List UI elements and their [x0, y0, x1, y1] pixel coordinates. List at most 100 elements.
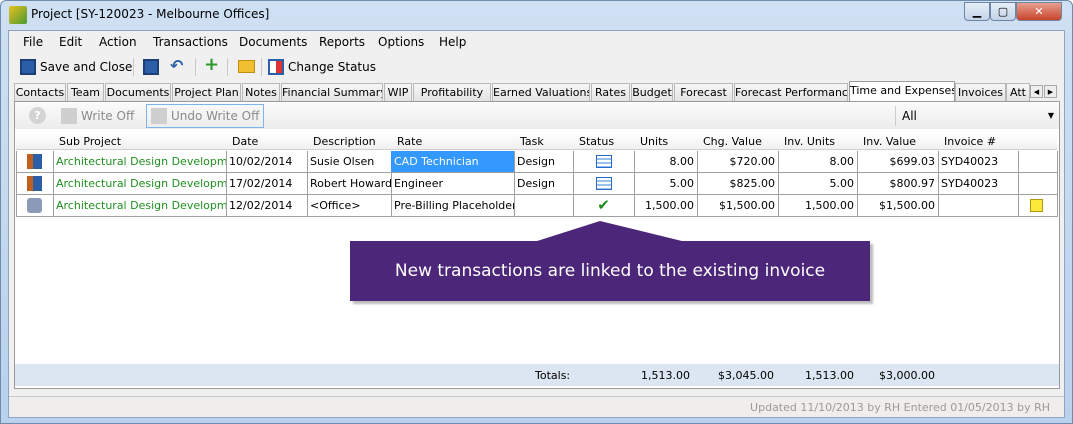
cell-sub-project[interactable]: Architectural Design Development: [53, 195, 227, 217]
cell-invoice[interactable]: SYD40023: [938, 173, 1019, 195]
menu-documents[interactable]: Documents: [239, 33, 307, 51]
write-off-label: Write Off: [81, 109, 135, 123]
cell-date[interactable]: 12/02/2014: [226, 195, 308, 217]
cell-rate[interactable]: CAD Technician: [391, 151, 515, 173]
cell-description[interactable]: Susie Olsen: [307, 151, 392, 173]
menu-edit[interactable]: Edit: [59, 33, 82, 51]
tab-scroll-right[interactable]: ▶: [1044, 85, 1057, 98]
type-cell[interactable]: [16, 195, 54, 217]
undo-write-off-button[interactable]: Undo Write Off: [146, 104, 265, 128]
change-status-button[interactable]: Change Status: [268, 57, 376, 77]
tab-project-plan[interactable]: Project Plan: [172, 83, 241, 101]
save-and-close-button[interactable]: Save and Close: [20, 57, 132, 77]
menu-transactions[interactable]: Transactions: [153, 33, 228, 51]
tab-notes[interactable]: Notes: [242, 83, 280, 101]
checkmark-icon: ✔: [597, 196, 610, 214]
cell-invoice[interactable]: SYD40023: [938, 151, 1019, 173]
tab-scroll-left[interactable]: ◀: [1030, 85, 1043, 98]
status-cell[interactable]: [573, 151, 635, 173]
cell-inv-units[interactable]: 8.00: [778, 151, 858, 173]
cell-chg-value[interactable]: $825.00: [697, 173, 779, 195]
cell-inv-value[interactable]: $1,500.00: [857, 195, 939, 217]
cell-inv-units[interactable]: 1,500.00: [778, 195, 858, 217]
tab-earned-valuations[interactable]: Earned Valuations: [492, 83, 590, 101]
column-header[interactable]: [16, 133, 53, 150]
column-header[interactable]: Chg. Value: [697, 133, 778, 150]
tab-wip[interactable]: WIP: [384, 83, 412, 101]
tab-time-and-expenses[interactable]: Time and Expenses: [849, 81, 955, 102]
tab-rates[interactable]: Rates: [591, 83, 630, 101]
invoiced-icon: [595, 177, 612, 190]
save-icon[interactable]: [143, 59, 159, 75]
cell-description[interactable]: <Office>: [307, 195, 392, 217]
cell-invoice[interactable]: [938, 195, 1019, 217]
save-icon: [20, 59, 36, 75]
note-cell[interactable]: [1018, 173, 1058, 195]
total-units: 1,513.00: [641, 369, 690, 382]
tab-forecast[interactable]: Forecast: [674, 83, 733, 101]
status-cell[interactable]: [573, 173, 635, 195]
cell-task[interactable]: Design: [514, 173, 574, 195]
note-icon[interactable]: [1030, 199, 1043, 212]
cell-units[interactable]: 1,500.00: [634, 195, 698, 217]
menu-reports[interactable]: Reports: [319, 33, 365, 51]
tab-budget[interactable]: Budget: [631, 83, 673, 101]
separator: [133, 58, 134, 76]
cell-date[interactable]: 10/02/2014: [226, 151, 308, 173]
cell-date[interactable]: 17/02/2014: [226, 173, 308, 195]
menu-help[interactable]: Help: [439, 33, 466, 51]
cell-rate[interactable]: Engineer: [391, 173, 515, 195]
cell-sub-project[interactable]: Architectural Design Development: [53, 151, 227, 173]
cell-units[interactable]: 5.00: [634, 173, 698, 195]
tab-profitability[interactable]: Profitability: [413, 83, 491, 101]
column-header[interactable]: Description: [307, 133, 391, 150]
column-header[interactable]: Date: [226, 133, 307, 150]
cell-chg-value[interactable]: $720.00: [697, 151, 779, 173]
add-icon[interactable]: +: [204, 54, 219, 75]
status-cell[interactable]: ✔: [573, 195, 635, 217]
column-header[interactable]: Task: [514, 133, 573, 150]
column-header[interactable]: Rate: [391, 133, 514, 150]
maximize-button[interactable]: ▢: [990, 2, 1016, 21]
tab-att[interactable]: Att: [1006, 83, 1030, 101]
note-cell[interactable]: [1018, 151, 1058, 173]
cell-chg-value[interactable]: $1,500.00: [697, 195, 779, 217]
tab-documents[interactable]: Documents: [105, 83, 171, 101]
note-cell[interactable]: [1018, 195, 1058, 217]
cell-task[interactable]: [514, 195, 574, 217]
cell-task[interactable]: Design: [514, 151, 574, 173]
column-header[interactable]: Inv. Units: [778, 133, 857, 150]
cell-inv-value[interactable]: $699.03: [857, 151, 939, 173]
tab-team[interactable]: Team: [67, 83, 104, 101]
filter-dropdown[interactable]: All ▼: [895, 106, 1058, 126]
help-icon[interactable]: ?: [29, 107, 46, 124]
tab-financial-summary[interactable]: Financial Summary: [281, 83, 383, 101]
change-status-label: Change Status: [288, 60, 376, 74]
tab-invoices[interactable]: Invoices: [955, 83, 1006, 101]
close-button[interactable]: ✕: [1016, 2, 1062, 21]
minimize-button[interactable]: ▁: [964, 2, 990, 21]
timesheet-icon: [27, 154, 42, 169]
type-cell[interactable]: [16, 151, 54, 173]
column-header[interactable]: Units: [634, 133, 697, 150]
type-cell[interactable]: [16, 173, 54, 195]
cell-inv-units[interactable]: 5.00: [778, 173, 858, 195]
cell-inv-value[interactable]: $800.97: [857, 173, 939, 195]
column-header[interactable]: [1018, 133, 1057, 150]
menu-action[interactable]: Action: [99, 33, 137, 51]
cell-units[interactable]: 8.00: [634, 151, 698, 173]
cell-description[interactable]: Robert Howard: [307, 173, 392, 195]
folder-icon[interactable]: [238, 60, 255, 73]
column-header[interactable]: Sub Project: [53, 133, 226, 150]
tab-contacts[interactable]: Contacts: [14, 83, 66, 101]
tab-forecast-performance[interactable]: Forecast Performance: [734, 83, 848, 101]
write-off-button[interactable]: Write Off: [61, 106, 134, 126]
cell-rate[interactable]: Pre-Billing Placeholder: [391, 195, 515, 217]
column-header[interactable]: Status: [573, 133, 634, 150]
menu-file[interactable]: File: [23, 33, 43, 51]
column-header[interactable]: Inv. Value: [857, 133, 938, 150]
column-header[interactable]: Invoice #: [938, 133, 1018, 150]
menu-options[interactable]: Options: [378, 33, 424, 51]
cell-sub-project[interactable]: Architectural Design Development: [53, 173, 227, 195]
undo-icon[interactable]: ↶: [170, 56, 183, 75]
